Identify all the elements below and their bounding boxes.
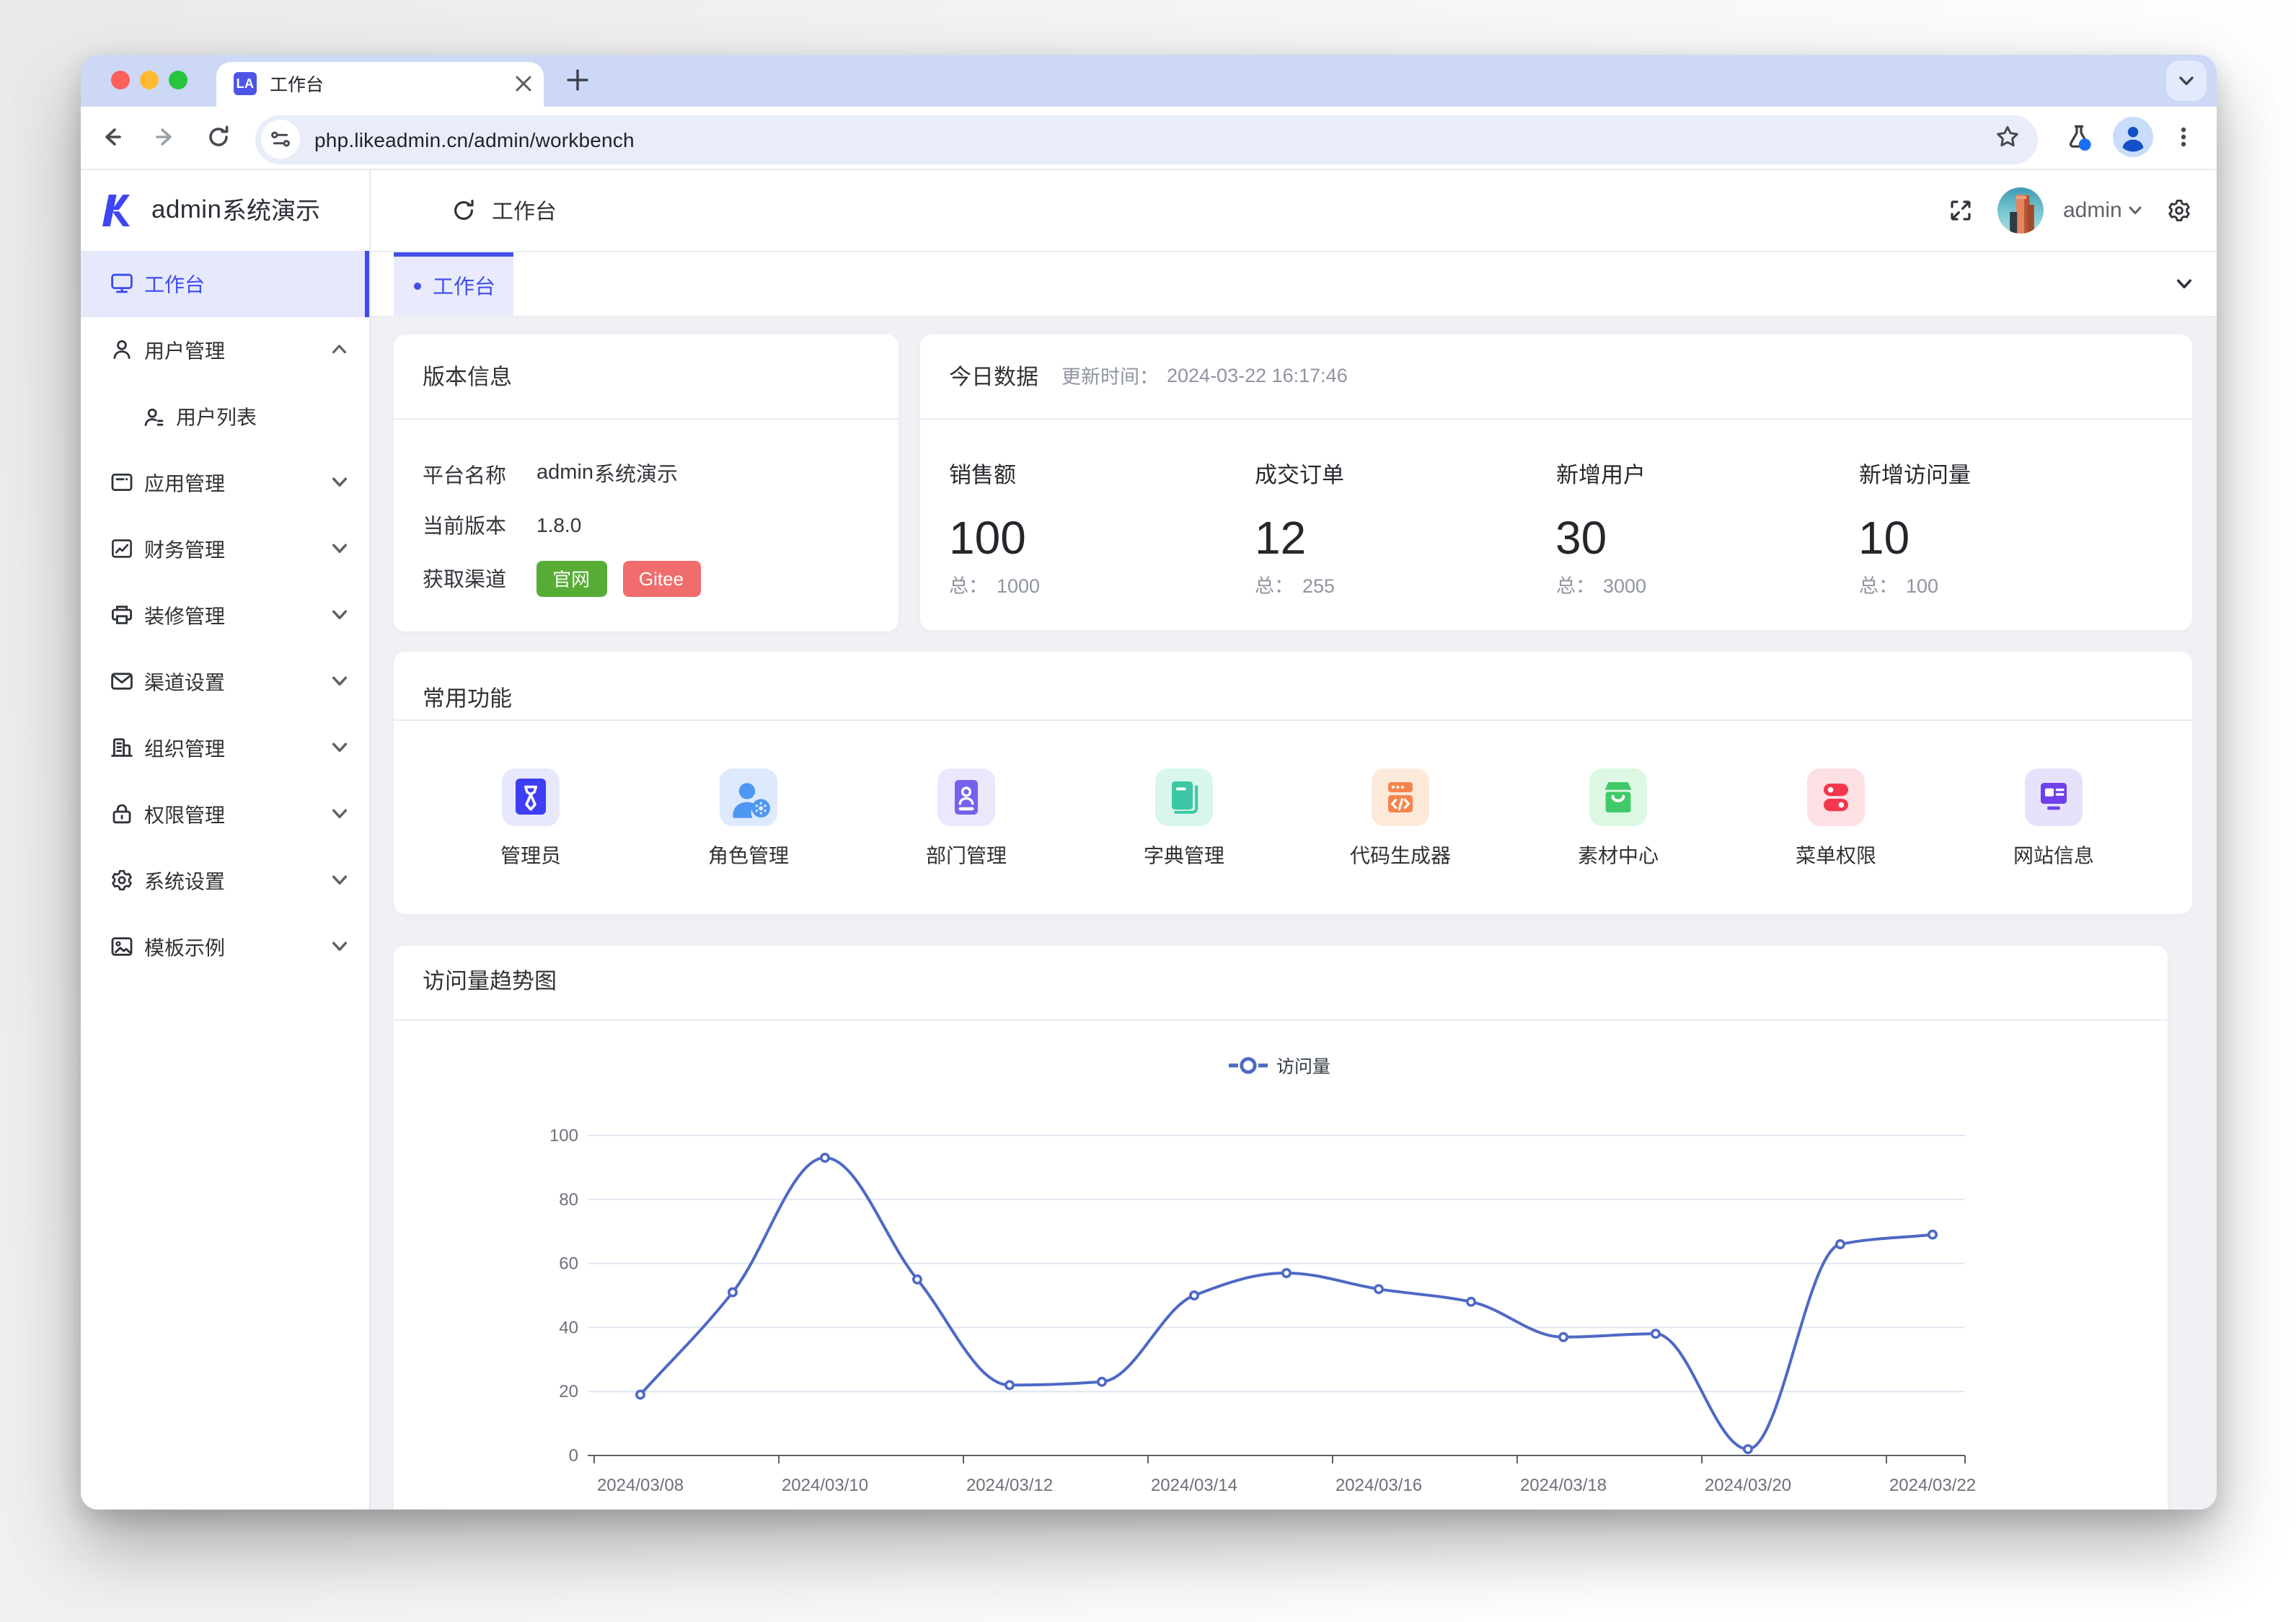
svg-text:100: 100: [549, 1125, 578, 1145]
svg-text:2024/03/10: 2024/03/10: [781, 1475, 867, 1494]
svg-text:2024/03/16: 2024/03/16: [1335, 1475, 1421, 1494]
svg-text:0: 0: [568, 1445, 578, 1465]
svg-text:2024/03/18: 2024/03/18: [1519, 1475, 1606, 1494]
svg-text:2024/03/20: 2024/03/20: [1704, 1475, 1791, 1494]
svg-text:20: 20: [558, 1381, 578, 1401]
svg-text:2024/03/22: 2024/03/22: [1889, 1475, 1975, 1494]
svg-text:2024/03/12: 2024/03/12: [966, 1475, 1052, 1494]
svg-text:60: 60: [558, 1254, 578, 1273]
svg-text:2024/03/14: 2024/03/14: [1150, 1475, 1237, 1494]
svg-text:80: 80: [558, 1189, 578, 1209]
svg-text:40: 40: [558, 1317, 578, 1337]
svg-text:2024/03/08: 2024/03/08: [596, 1475, 683, 1494]
